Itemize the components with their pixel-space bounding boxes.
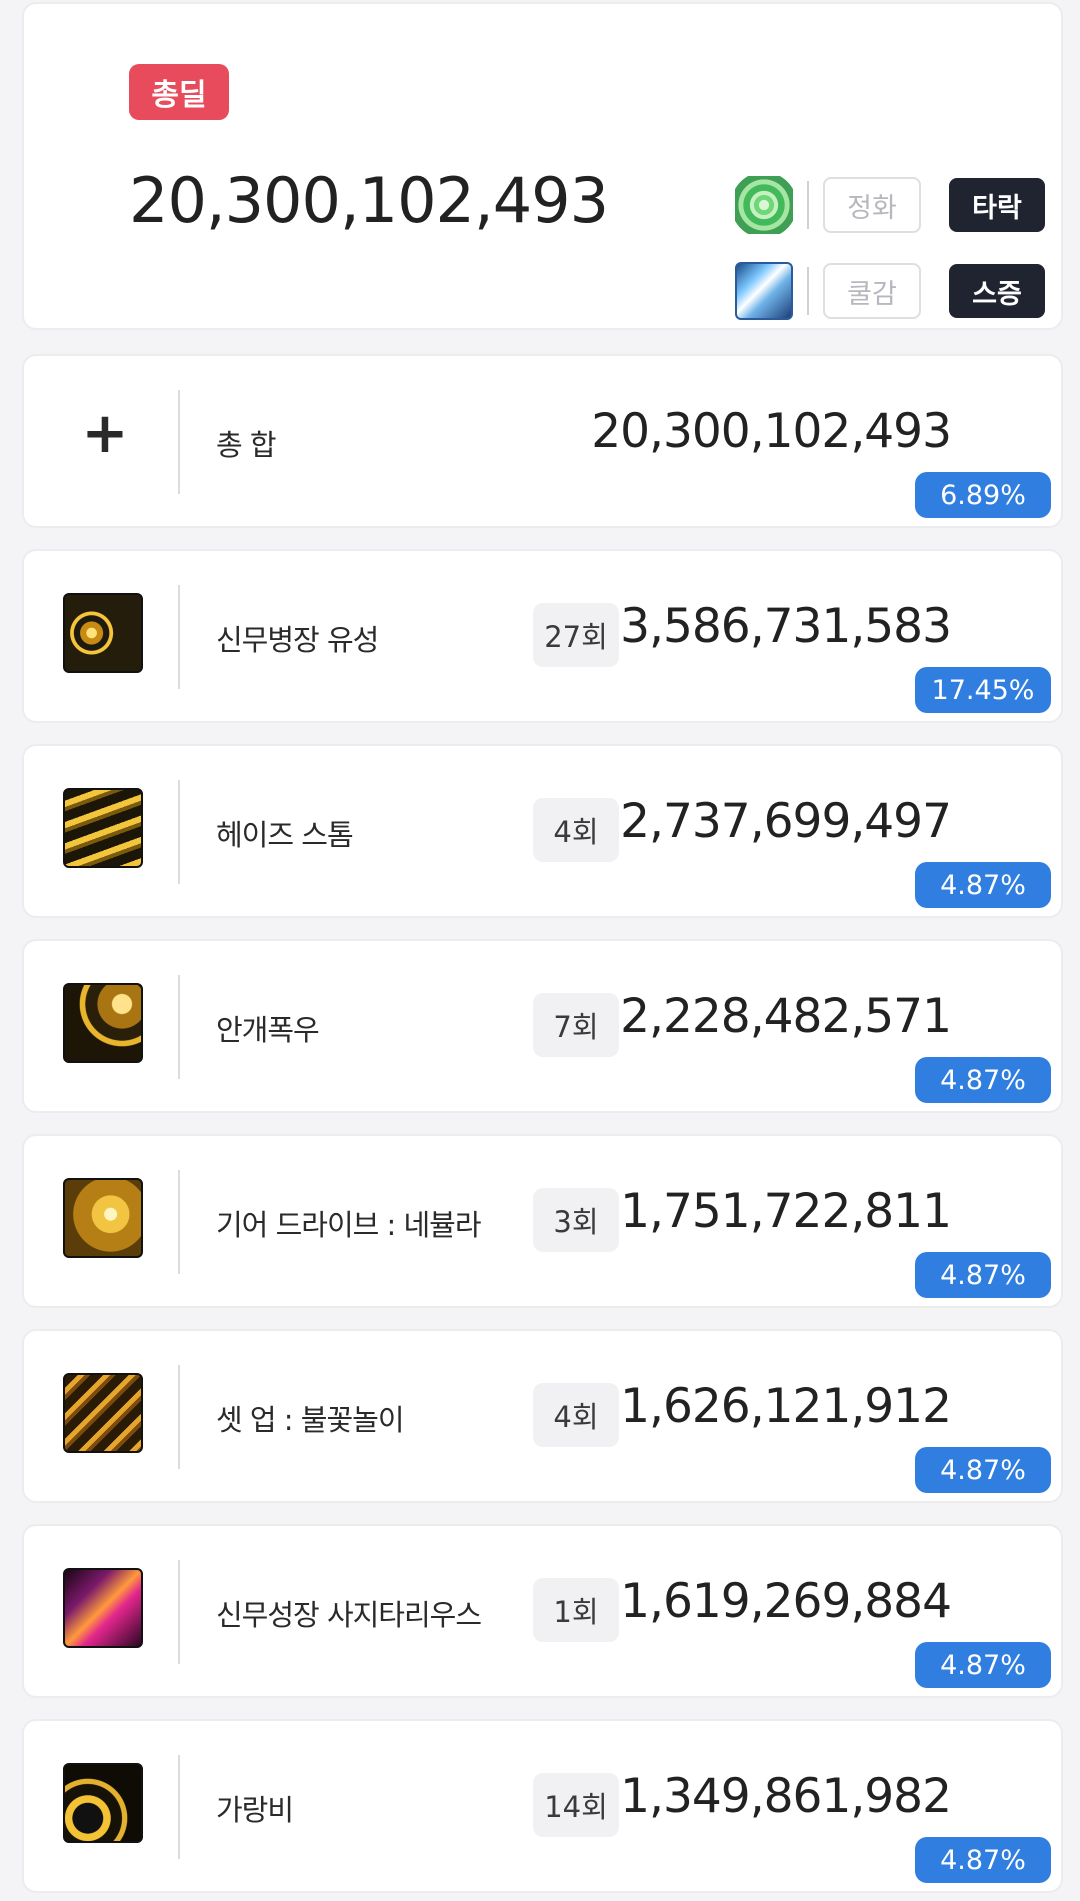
skill-name: 가랑비 (216, 1793, 294, 1827)
skill-icon (63, 1178, 143, 1258)
skill-percent-badge: 4.87% (915, 1252, 1051, 1298)
skill-damage-value: 20,300,102,493 (591, 404, 952, 459)
row-divider (178, 390, 180, 494)
gear-icon (735, 262, 793, 320)
cooldown-toggle[interactable]: 쿨감 (823, 263, 921, 319)
skill-damage-value: 1,619,269,884 (620, 1574, 952, 1629)
option-row-purify: 정화 타락 (735, 176, 1045, 234)
corruption-toggle[interactable]: 타락 (949, 178, 1045, 232)
skill-damage-toggle[interactable]: 스증 (949, 264, 1045, 318)
skill-percent-badge: 4.87% (915, 862, 1051, 908)
skill-hit-count: 14회 (533, 1773, 619, 1837)
total-damage-badge: 총딜 (129, 64, 229, 120)
skill-damage-value: 2,228,482,571 (620, 989, 952, 1044)
row-divider (178, 780, 180, 884)
skill-row-total[interactable]: + 총 합 20,300,102,493 6.89% (22, 354, 1063, 528)
row-divider (178, 975, 180, 1079)
plus-icon[interactable]: + (79, 406, 131, 462)
skill-damage-value: 1,349,861,982 (620, 1769, 952, 1824)
skill-icon (63, 1763, 143, 1843)
skill-name: 총 합 (216, 428, 277, 462)
row-divider (178, 585, 180, 689)
skill-icon (63, 788, 143, 868)
skill-hit-count: 4회 (533, 1383, 619, 1447)
skill-row[interactable]: 헤이즈 스톰 4회 2,737,699,497 4.87% (22, 744, 1063, 918)
skill-row[interactable]: 가랑비 14회 1,349,861,982 4.87% (22, 1719, 1063, 1893)
skill-icon (63, 1373, 143, 1453)
purify-toggle[interactable]: 정화 (823, 177, 921, 233)
skill-row[interactable]: 안개폭우 7회 2,228,482,571 4.87% (22, 939, 1063, 1113)
option-divider (807, 267, 809, 315)
skill-name: 셋 업 : 불꽃놀이 (216, 1403, 405, 1437)
row-divider (178, 1755, 180, 1859)
skill-row[interactable]: 신무병장 유성 27회 3,586,731,583 17.45% (22, 549, 1063, 723)
skill-percent-badge: 4.87% (915, 1642, 1051, 1688)
row-divider (178, 1365, 180, 1469)
skill-hit-count: 3회 (533, 1188, 619, 1252)
skill-damage-value: 1,626,121,912 (620, 1379, 952, 1434)
skill-damage-value: 1,751,722,811 (620, 1184, 952, 1239)
skill-percent-badge: 4.87% (915, 1057, 1051, 1103)
skill-name: 안개폭우 (216, 1013, 320, 1047)
skill-percent-badge: 6.89% (915, 472, 1051, 518)
skill-icon (63, 1568, 143, 1648)
skill-percent-badge: 4.87% (915, 1837, 1051, 1883)
option-row-cooldown: 쿨감 스증 (735, 262, 1045, 320)
skill-icon (63, 593, 143, 673)
skill-row[interactable]: 기어 드라이브 : 네뷸라 3회 1,751,722,811 4.87% (22, 1134, 1063, 1308)
skill-icon (63, 983, 143, 1063)
total-damage-value: 20,300,102,493 (129, 164, 609, 237)
skill-damage-value: 3,586,731,583 (620, 599, 952, 654)
skill-damage-value: 2,737,699,497 (620, 794, 952, 849)
row-divider (178, 1560, 180, 1664)
skill-hit-count: 4회 (533, 798, 619, 862)
skill-hit-count: 1회 (533, 1578, 619, 1642)
rose-icon (735, 176, 793, 234)
total-damage-card: 총딜 20,300,102,493 정화 타락 쿨감 스증 (22, 2, 1063, 330)
skill-name: 신무병장 유성 (216, 623, 379, 657)
skill-row[interactable]: 셋 업 : 불꽃놀이 4회 1,626,121,912 4.87% (22, 1329, 1063, 1503)
row-divider (178, 1170, 180, 1274)
skill-hit-count: 27회 (533, 603, 619, 667)
skill-name: 기어 드라이브 : 네뷸라 (216, 1208, 482, 1242)
skill-name: 헤이즈 스톰 (216, 818, 354, 852)
option-divider (807, 181, 809, 229)
skill-name: 신무성장 사지타리우스 (216, 1598, 482, 1632)
skill-percent-badge: 4.87% (915, 1447, 1051, 1493)
skill-row[interactable]: 신무성장 사지타리우스 1회 1,619,269,884 4.87% (22, 1524, 1063, 1698)
skill-hit-count: 7회 (533, 993, 619, 1057)
skill-percent-badge: 17.45% (915, 667, 1051, 713)
